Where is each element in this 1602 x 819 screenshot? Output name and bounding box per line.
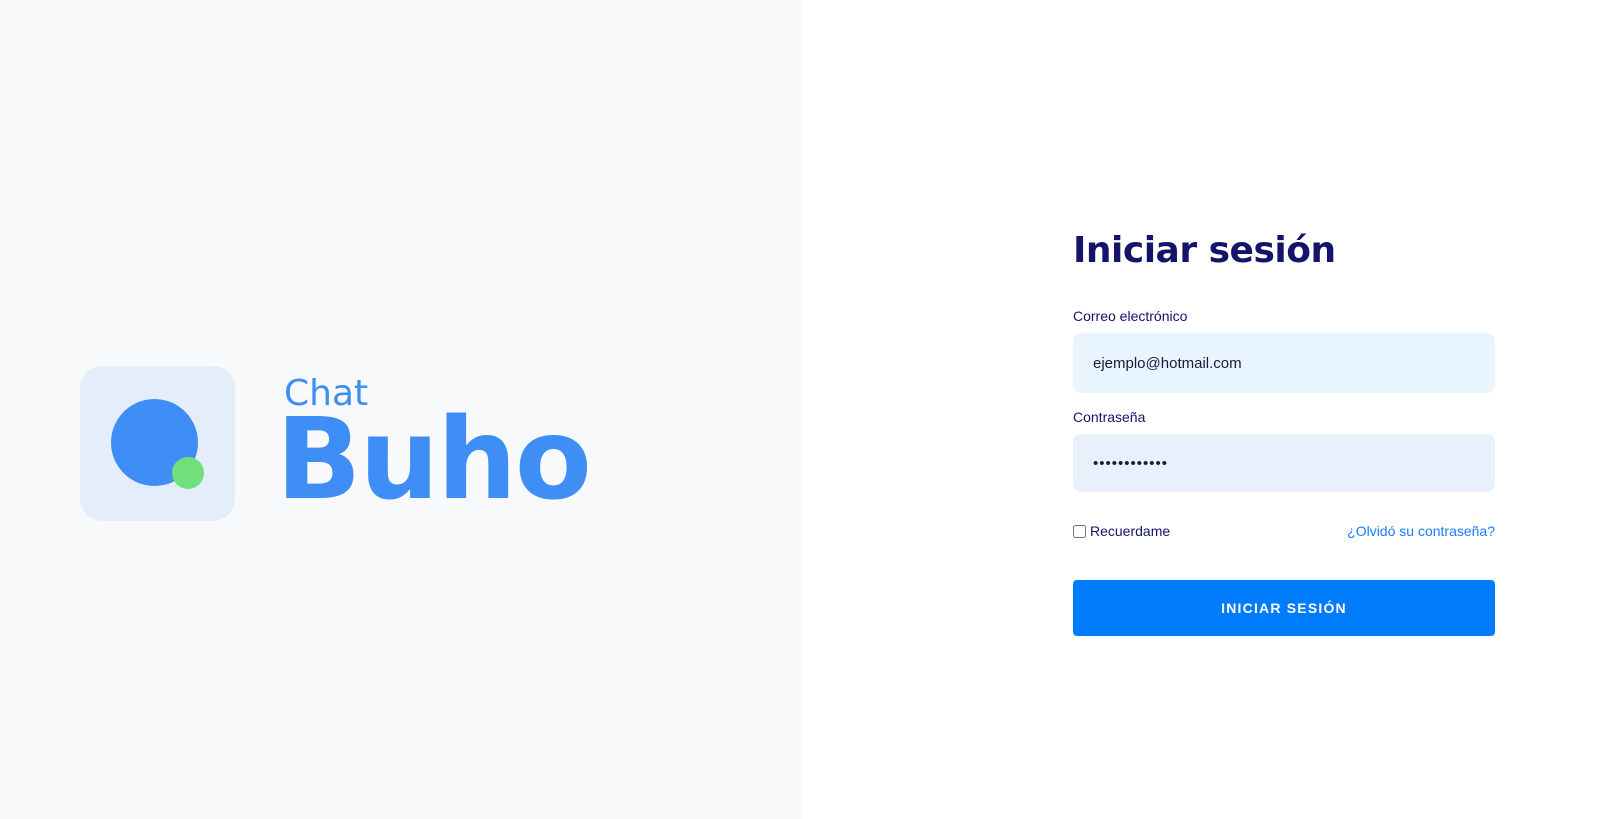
chat-bubble-logo-icon xyxy=(80,366,235,521)
email-label: Correo electrónico xyxy=(1073,308,1188,324)
email-field[interactable] xyxy=(1073,333,1495,393)
remember-row: Recuerdame ¿Olvidó su contraseña? xyxy=(1073,523,1495,539)
login-button[interactable]: INICIAR SESIÓN xyxy=(1073,580,1495,636)
logo-online-dot xyxy=(172,457,204,489)
login-form: Iniciar sesión Correo electrónico Contra… xyxy=(1073,230,1495,636)
remember-me-label: Recuerdame xyxy=(1090,523,1171,539)
remember-me-control[interactable]: Recuerdame xyxy=(1073,523,1170,539)
remember-me-checkbox[interactable] xyxy=(1073,524,1086,538)
password-label: Contraseña xyxy=(1073,409,1146,425)
brand-panel: Chat Buho xyxy=(0,0,803,819)
page-title: Iniciar sesión xyxy=(1073,230,1336,271)
password-field[interactable] xyxy=(1073,434,1495,492)
forgot-password-link[interactable]: ¿Olvidó su contraseña? xyxy=(1347,523,1495,539)
brand-name-buho: Buho xyxy=(276,395,592,525)
